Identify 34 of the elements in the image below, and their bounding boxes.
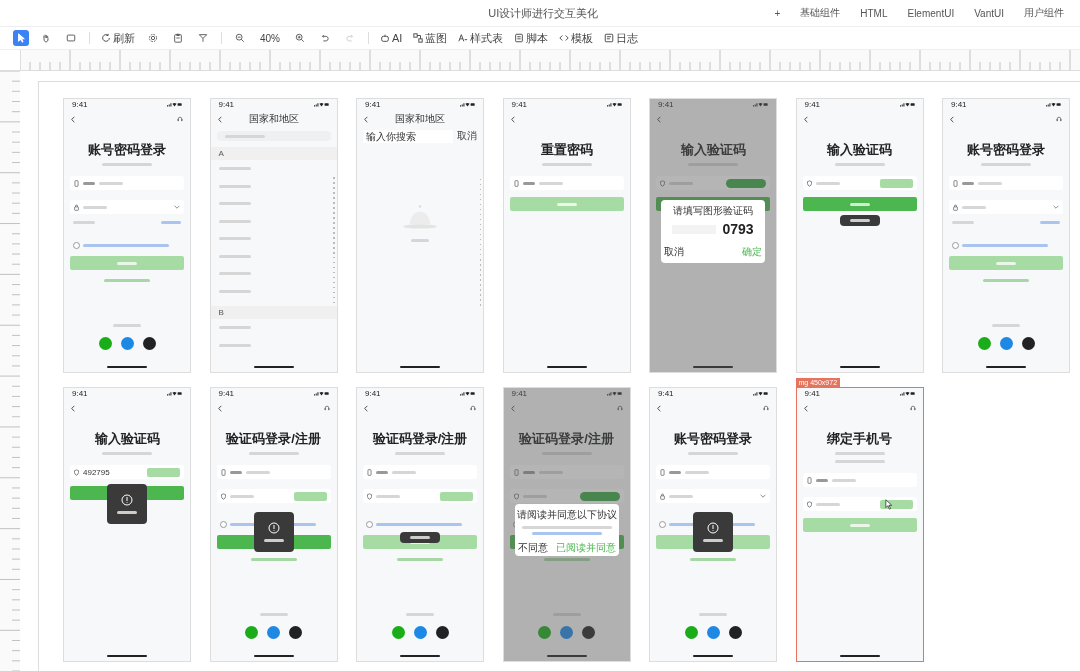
- status-time: 9:41: [658, 389, 674, 398]
- status-time: 9:41: [218, 389, 235, 398]
- field-value: 492795: [83, 467, 110, 477]
- dialog-title: 请阅读并同意以下协议: [516, 509, 617, 522]
- dialog-title: 请填写图形验证码: [673, 205, 753, 218]
- screen-title: 验证码登录/注册: [517, 431, 615, 447]
- status-time: 9:41: [365, 389, 381, 398]
- status-time: 9:41: [951, 100, 967, 109]
- screen-title: 输入验证码: [826, 142, 893, 158]
- window-title: UI设计师进行交互美化: [487, 5, 600, 21]
- screen-title: 账号密码登录: [87, 142, 167, 158]
- screen-title: 验证码登录/注册: [371, 431, 469, 447]
- status-time: 9:41: [511, 389, 528, 398]
- section-header: A: [210, 147, 337, 160]
- screen-title: 重置密码: [539, 142, 594, 158]
- status-time: 9:41: [72, 100, 88, 109]
- screen-title: 输入验证码: [679, 142, 747, 158]
- zoom-level: 40%: [260, 32, 280, 44]
- screen-title: 输入验证码: [93, 431, 161, 447]
- status-time: 9:41: [72, 389, 88, 398]
- status-time: 9:41: [804, 100, 821, 109]
- screen-title: 绑定手机号: [826, 431, 893, 447]
- status-time: 9:41: [658, 100, 674, 109]
- nav-title: 国家和地区: [394, 112, 446, 126]
- status-time: 9:41: [804, 389, 821, 398]
- status-time: 9:41: [218, 100, 235, 109]
- screen-title: 账号密码登录: [673, 431, 753, 447]
- screen-title: 验证码登录/注册: [224, 431, 322, 447]
- captcha-code: 0793: [722, 221, 754, 237]
- status-time: 9:41: [511, 100, 528, 109]
- section-header: B: [210, 306, 337, 319]
- nav-title: 国家和地区: [247, 112, 300, 126]
- screen-title: 账号密码登录: [966, 142, 1046, 158]
- status-time: 9:41: [365, 100, 381, 109]
